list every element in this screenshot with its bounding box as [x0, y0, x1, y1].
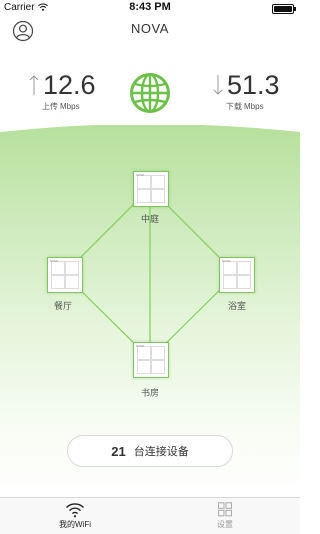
settings-icon: [218, 502, 232, 517]
node-label-top: 中庭: [140, 214, 159, 224]
node-tag: NOVA: [50, 259, 59, 263]
wifi-icon: [66, 503, 84, 518]
node-label-bottom: 书房: [140, 388, 159, 398]
tab-my-wifi[interactable]: 我的WiFi: [0, 498, 150, 534]
node-label-right: 浴室: [227, 301, 246, 311]
node-bottom[interactable]: NOVA: [133, 342, 169, 378]
node-label-left: 餐厅: [53, 301, 72, 311]
node-tag: NOVA: [136, 344, 145, 348]
node-right[interactable]: NOVA: [219, 257, 255, 293]
node-top[interactable]: NOVA: [133, 171, 169, 207]
tab-label: 设置: [217, 520, 233, 529]
tab-bar: 我的WiFi 设置: [0, 497, 300, 534]
node-tag: NOVA: [136, 173, 145, 177]
node-left[interactable]: NOVA: [47, 257, 83, 293]
device-count: 21: [111, 443, 126, 459]
connected-devices-button[interactable]: 21 台连接设备: [67, 435, 233, 467]
tab-label: 我的WiFi: [59, 520, 91, 529]
device-count-label: 台连接设备: [133, 446, 189, 458]
tab-settings[interactable]: 设置: [150, 498, 300, 534]
node-tag: NOVA: [222, 259, 231, 263]
